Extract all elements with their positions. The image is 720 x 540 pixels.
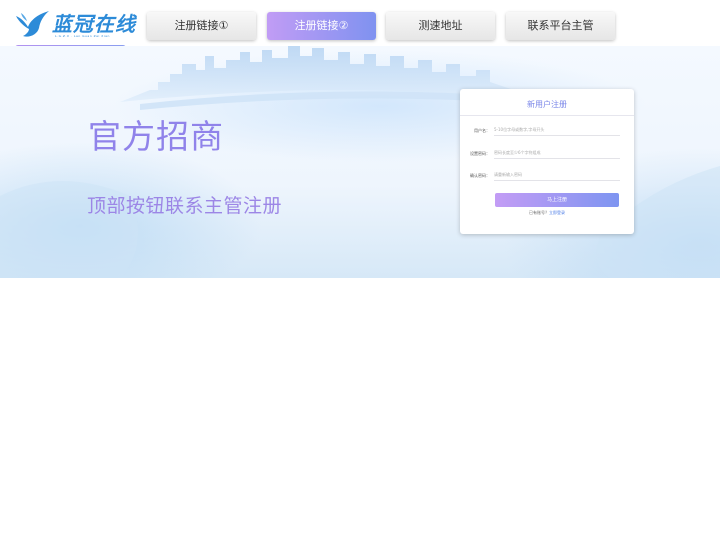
username-label: 用户名： bbox=[474, 128, 490, 133]
nav-register-link-1-button[interactable]: 注册链接① bbox=[147, 12, 256, 40]
register-title-divider bbox=[460, 115, 634, 116]
confirm-password-input[interactable] bbox=[494, 169, 620, 181]
brand-name: 蓝冠在线 bbox=[52, 12, 136, 36]
register-form-title: 新用户注册 bbox=[527, 100, 567, 109]
hero-headline: 官方招商 bbox=[88, 117, 224, 156]
login-prompt-line: 已有账号？立即登录 bbox=[460, 210, 634, 216]
login-link[interactable]: 立即登录 bbox=[549, 210, 565, 215]
nav-contact-manager-button[interactable]: 联系平台主管 bbox=[506, 12, 615, 40]
username-input[interactable] bbox=[494, 124, 620, 136]
register-submit-button[interactable]: 马上注册 bbox=[495, 193, 619, 207]
nav-speed-test-button[interactable]: 测速地址 bbox=[386, 12, 495, 40]
login-prompt-text: 已有账号？ bbox=[529, 210, 549, 215]
confirm-password-label: 确认密码： bbox=[470, 173, 490, 178]
blank-content-area bbox=[0, 278, 720, 540]
bird-logo-icon bbox=[16, 11, 49, 37]
brand-logo[interactable]: 蓝冠在线 L·G·Z·X · Lan Guan Zai Xian bbox=[15, 9, 140, 43]
password-label: 设置密码： bbox=[470, 151, 490, 156]
hero-banner: 官方招商 顶部按钮联系主管注册 新用户注册 用户名： 设置密码： 确认密码： 马… bbox=[0, 46, 720, 278]
top-navigation-bar: 蓝冠在线 L·G·Z·X · Lan Guan Zai Xian 注册链接① 注… bbox=[0, 0, 720, 46]
password-input[interactable] bbox=[494, 147, 620, 159]
hero-subline: 顶部按钮联系主管注册 bbox=[87, 195, 283, 217]
nav-register-link-2-button[interactable]: 注册链接② bbox=[267, 12, 376, 40]
brand-tagline: L·G·Z·X · Lan Guan Zai Xian bbox=[55, 34, 110, 38]
register-form-card: 新用户注册 用户名： 设置密码： 确认密码： 马上注册 已有账号？立即登录 bbox=[460, 89, 634, 234]
